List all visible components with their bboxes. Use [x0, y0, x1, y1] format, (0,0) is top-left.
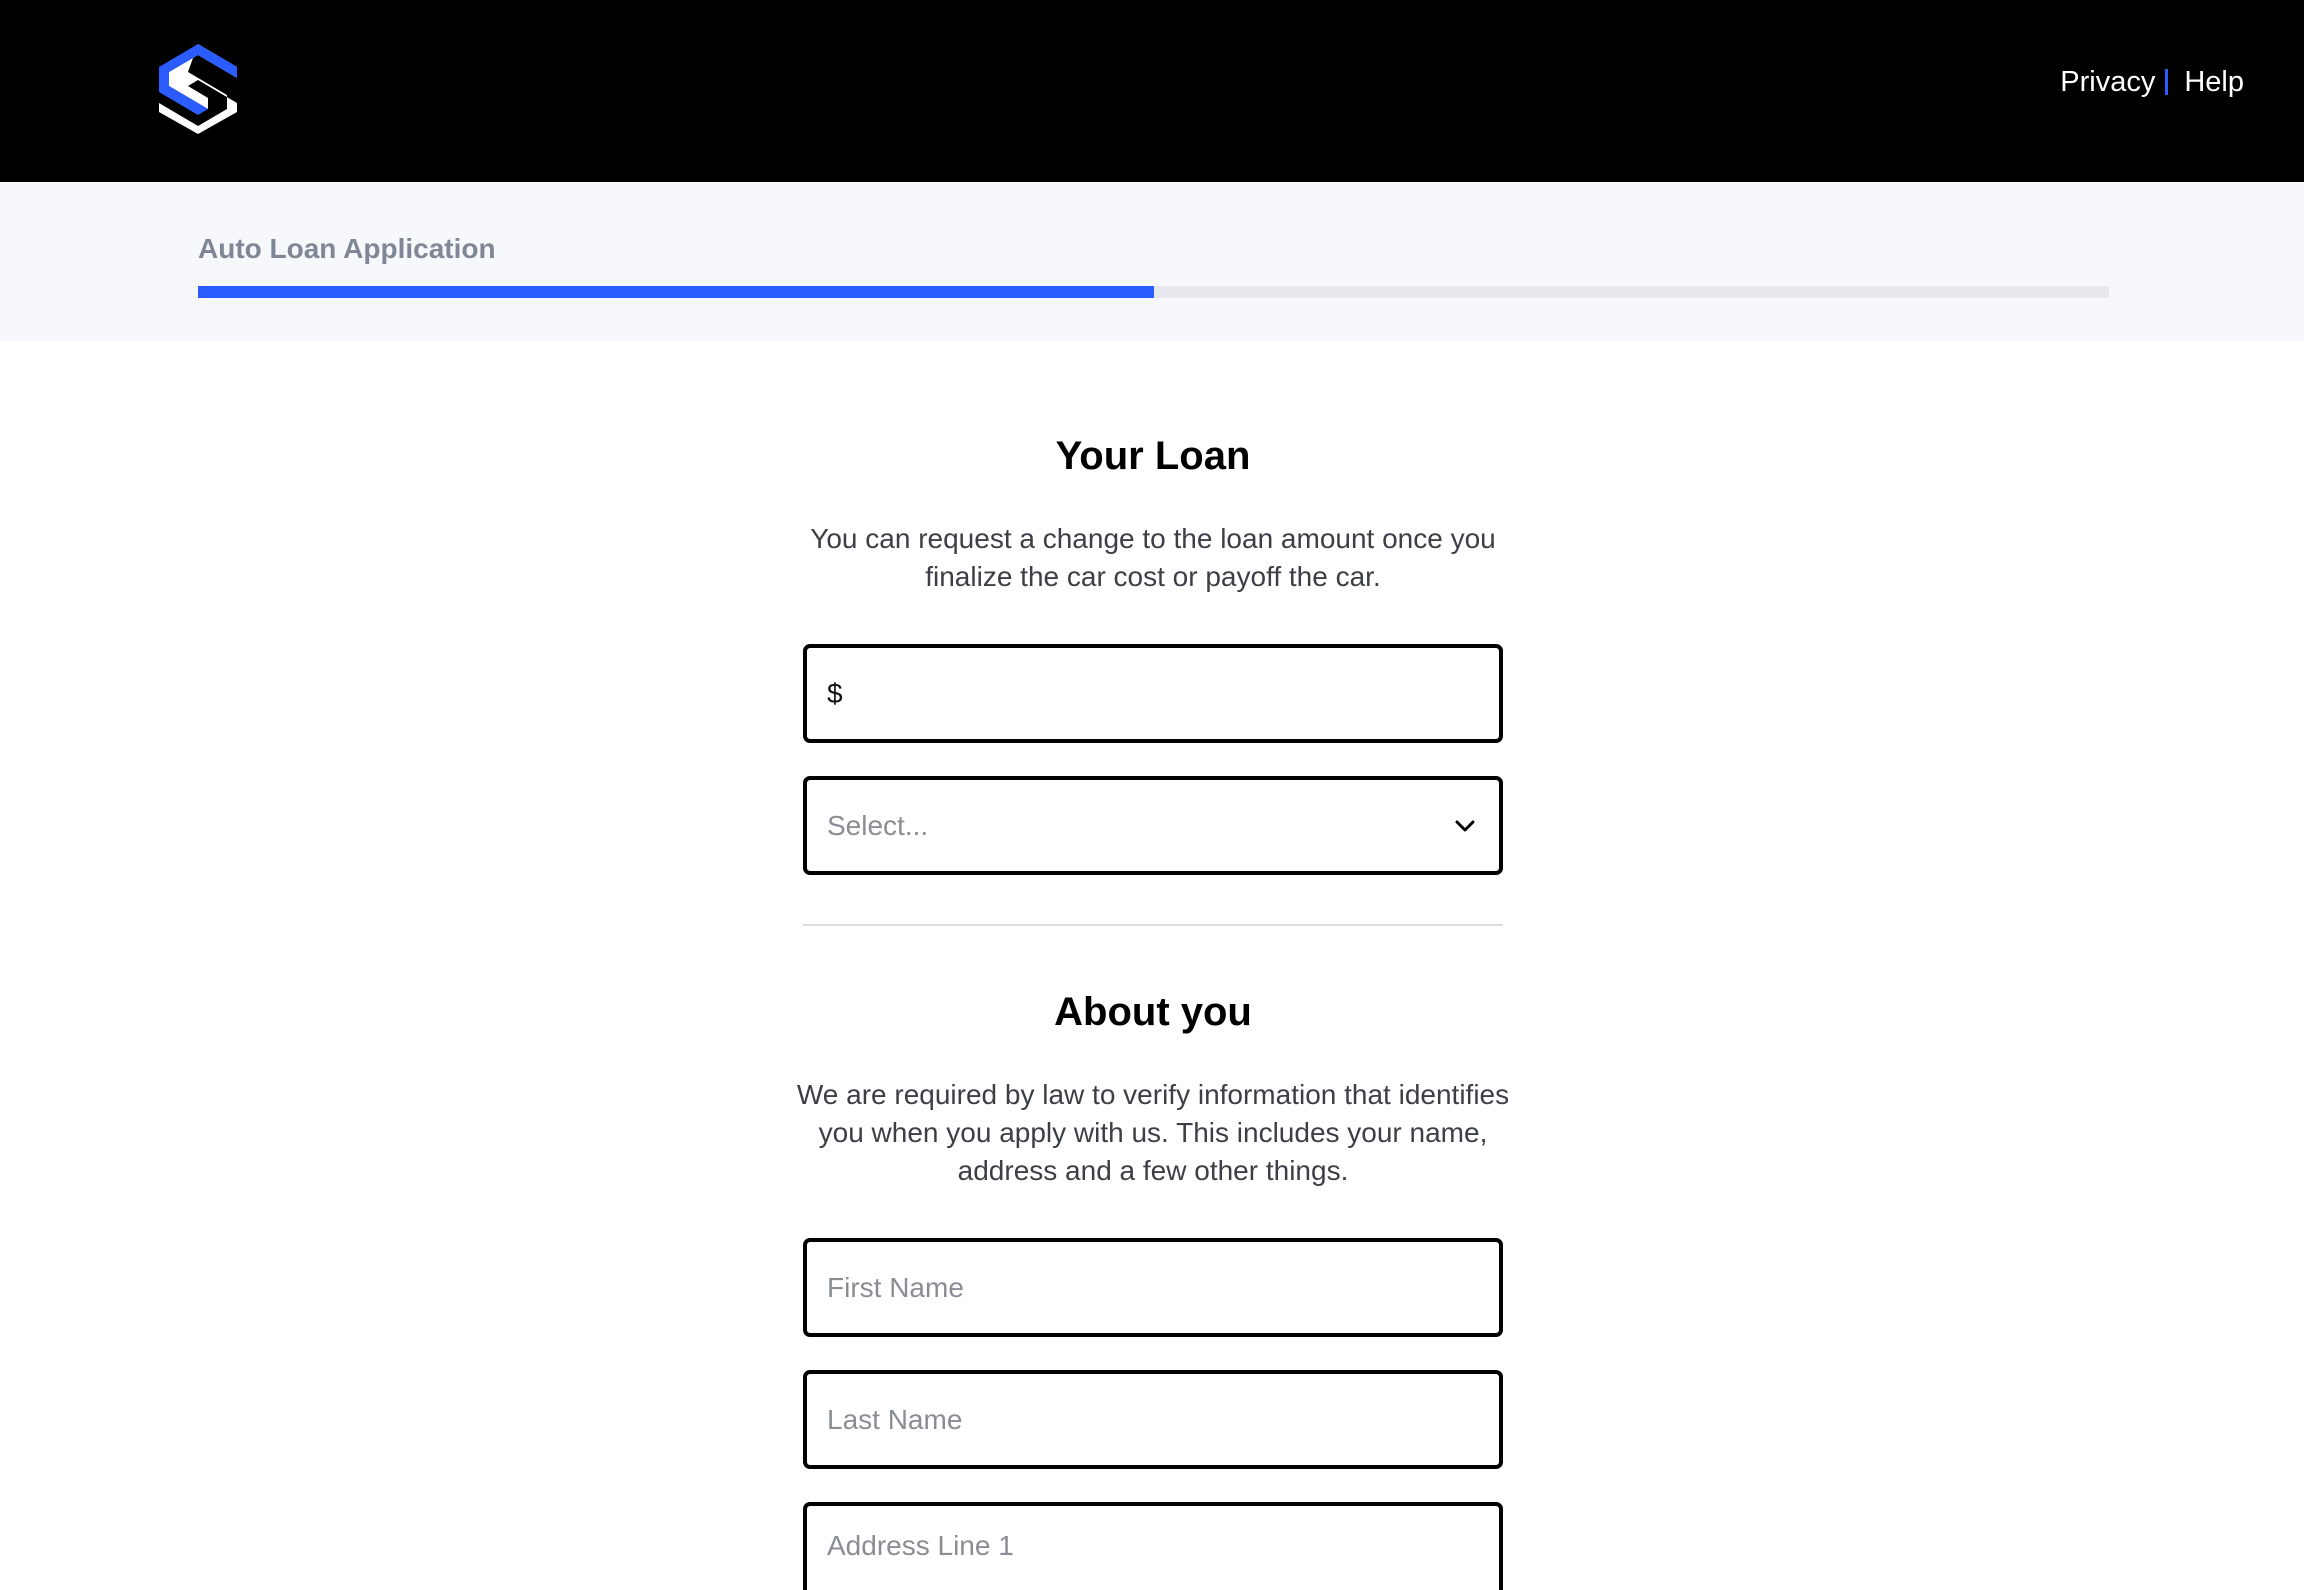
last-name-input[interactable]	[827, 1403, 1479, 1436]
top-links: Privacy Help	[2060, 62, 2244, 102]
loan-amount-input[interactable]	[850, 677, 1479, 710]
your-loan-heading: Your Loan	[1055, 434, 1251, 478]
progress-bar	[198, 286, 2109, 298]
privacy-link[interactable]: Privacy	[2060, 66, 2155, 99]
address-line-1-input[interactable]	[827, 1530, 1479, 1562]
chevron-down-icon	[1455, 820, 1475, 831]
first-name-input[interactable]	[827, 1271, 1479, 1304]
help-link[interactable]: Help	[2184, 66, 2244, 99]
about-you-heading: About you	[1054, 990, 1252, 1034]
progress-bar-fill	[198, 286, 1154, 298]
brand-logo-icon	[159, 44, 237, 134]
loan-purpose-select[interactable]: Select...	[803, 776, 1503, 875]
section-divider	[803, 924, 1503, 926]
select-placeholder: Select...	[827, 809, 929, 841]
application-title: Auto Loan Application	[198, 233, 496, 264]
your-loan-description: You can request a change to the loan amo…	[810, 523, 1496, 592]
link-separator	[2165, 69, 2169, 95]
currency-symbol: $	[827, 677, 843, 709]
address-line-1-field[interactable]	[803, 1502, 1503, 1590]
brand-logo[interactable]	[155, 42, 241, 136]
loan-amount-field[interactable]: $	[803, 644, 1503, 743]
top-navigation-bar: Privacy Help	[0, 0, 2304, 182]
about-you-description: We are required by law to verify informa…	[796, 1079, 1510, 1186]
first-name-field[interactable]	[803, 1238, 1503, 1337]
last-name-field[interactable]	[803, 1370, 1503, 1469]
